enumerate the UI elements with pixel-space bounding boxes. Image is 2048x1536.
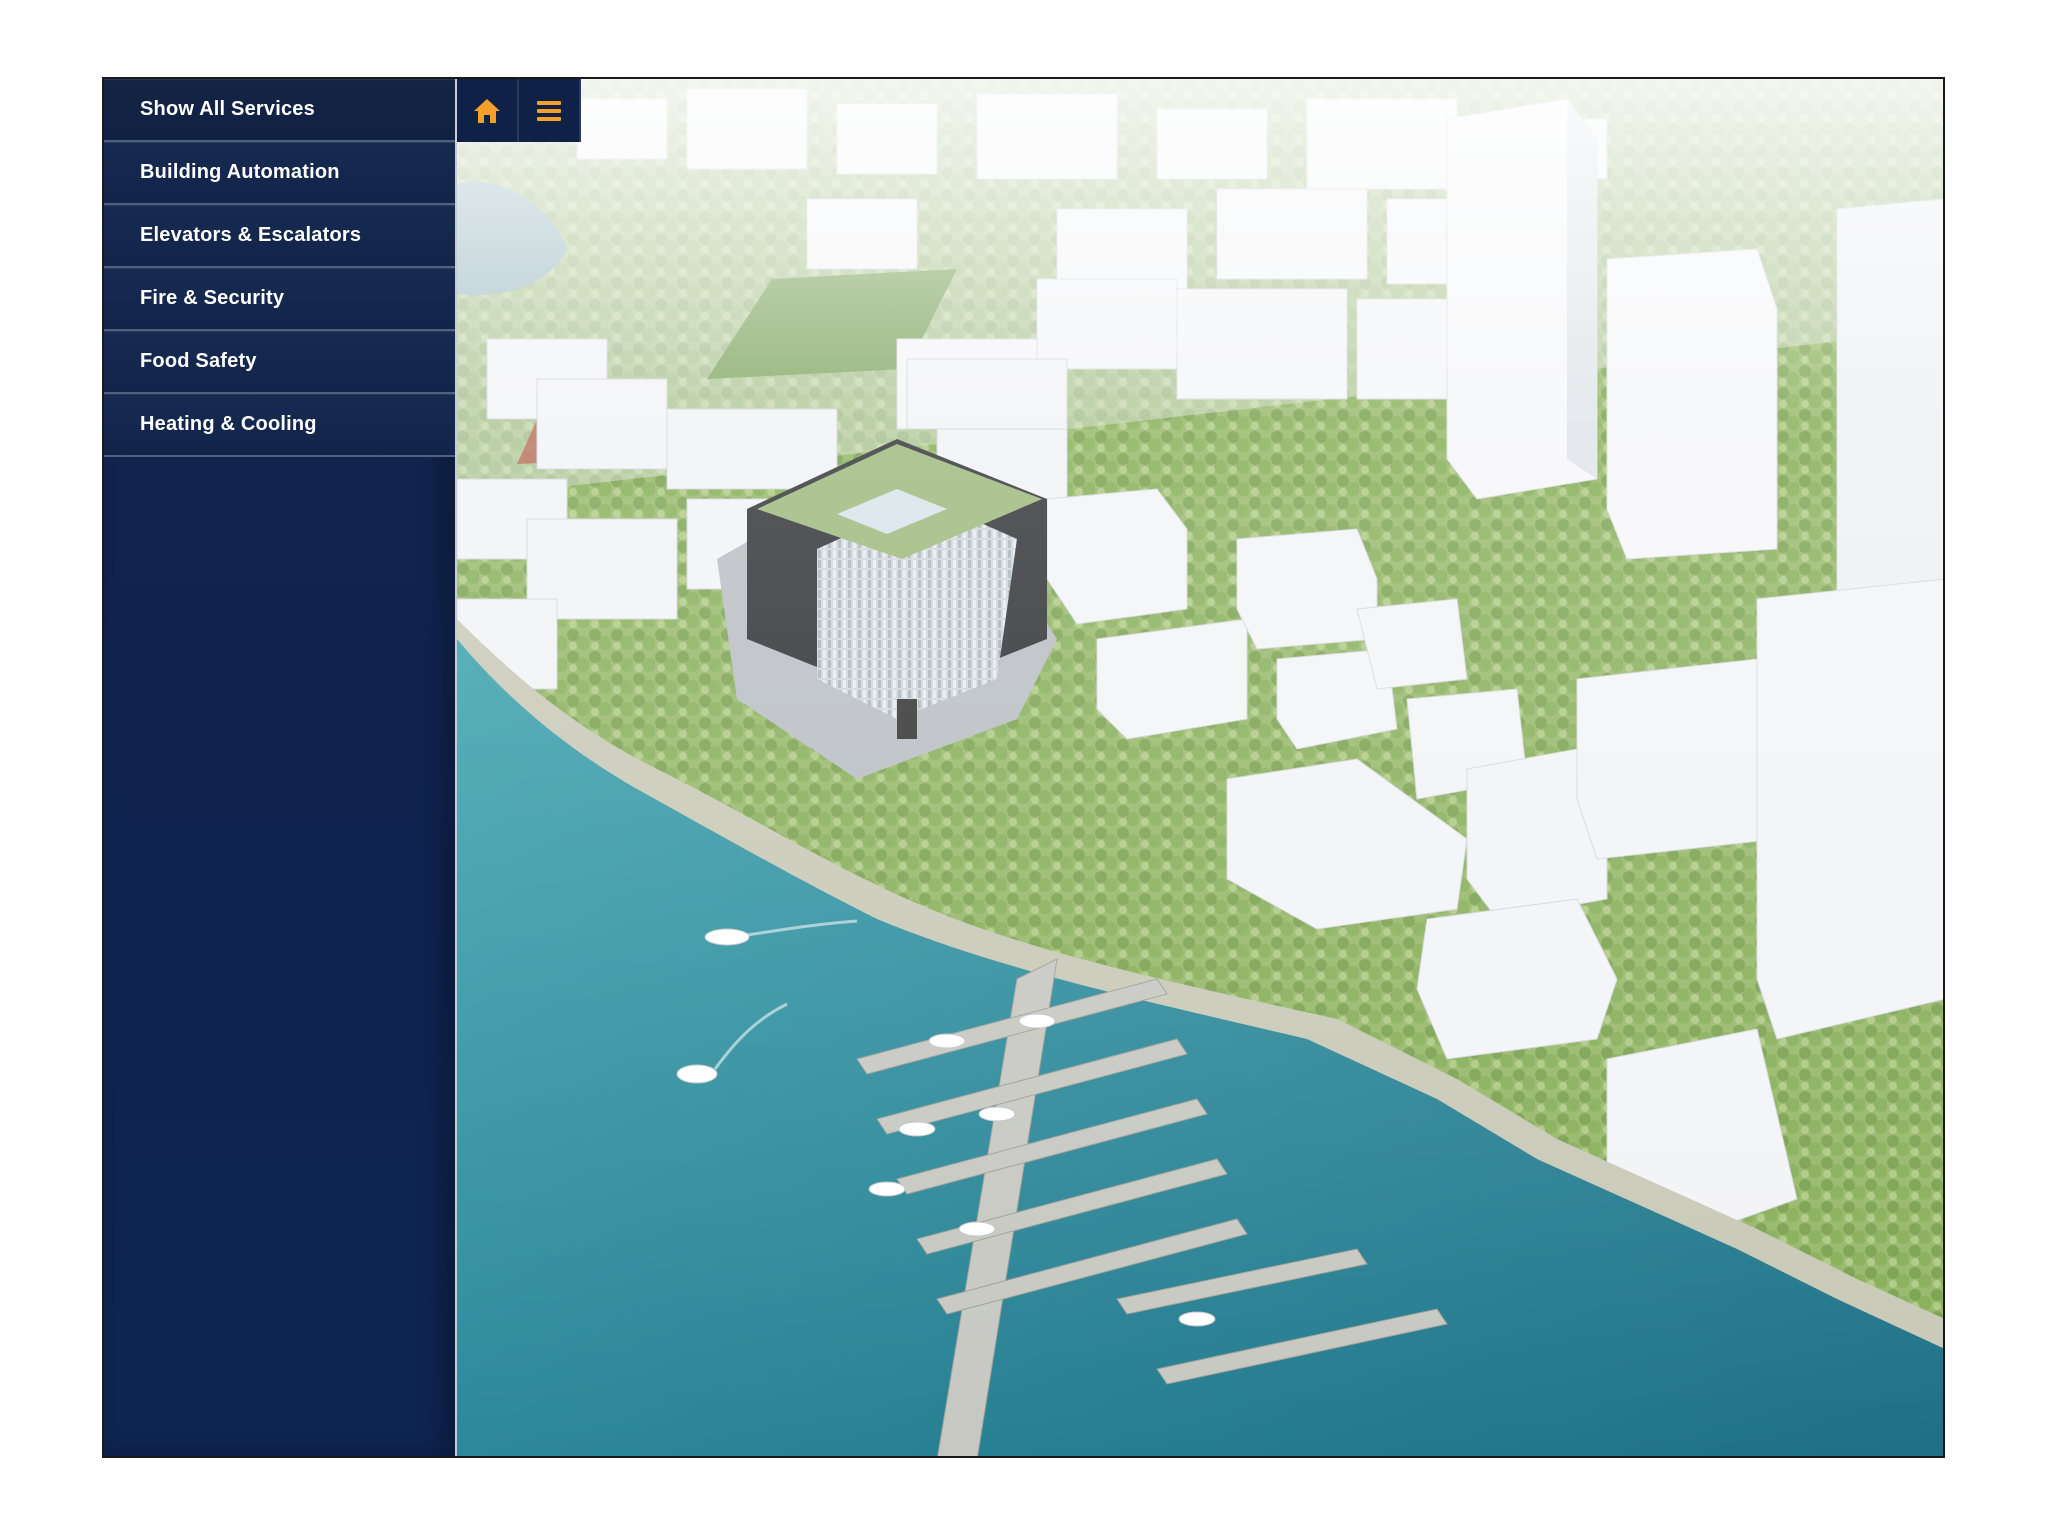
menu-item-label: Fire & Security <box>140 287 285 309</box>
menu-item-label: Building Automation <box>140 161 340 183</box>
menu-item-label: Food Safety <box>140 350 257 372</box>
home-icon <box>472 97 502 125</box>
menu-item-fire-security[interactable]: Fire & Security <box>104 268 455 331</box>
menu-item-food-safety[interactable]: Food Safety <box>104 331 455 394</box>
app-frame: Show All Services Building Automation El… <box>102 77 1945 1458</box>
top-toolbar <box>457 79 581 142</box>
menu-item-label: Heating & Cooling <box>140 413 317 435</box>
menu-item-building-automation[interactable]: Building Automation <box>104 142 455 205</box>
menu-item-show-all-services[interactable]: Show All Services <box>104 79 455 142</box>
menu-item-elevators-escalators[interactable]: Elevators & Escalators <box>104 205 455 268</box>
menu-item-label: Show All Services <box>140 98 315 120</box>
aerial-city-view[interactable] <box>457 79 1943 1456</box>
menu-button[interactable] <box>519 79 581 142</box>
menu-item-heating-cooling[interactable]: Heating & Cooling <box>104 394 455 457</box>
services-sidebar: Show All Services Building Automation El… <box>104 79 457 1456</box>
hamburger-menu-icon <box>536 99 562 123</box>
menu-item-label: Elevators & Escalators <box>140 224 362 246</box>
city-illustration <box>457 79 1943 1456</box>
home-button[interactable] <box>457 79 519 142</box>
